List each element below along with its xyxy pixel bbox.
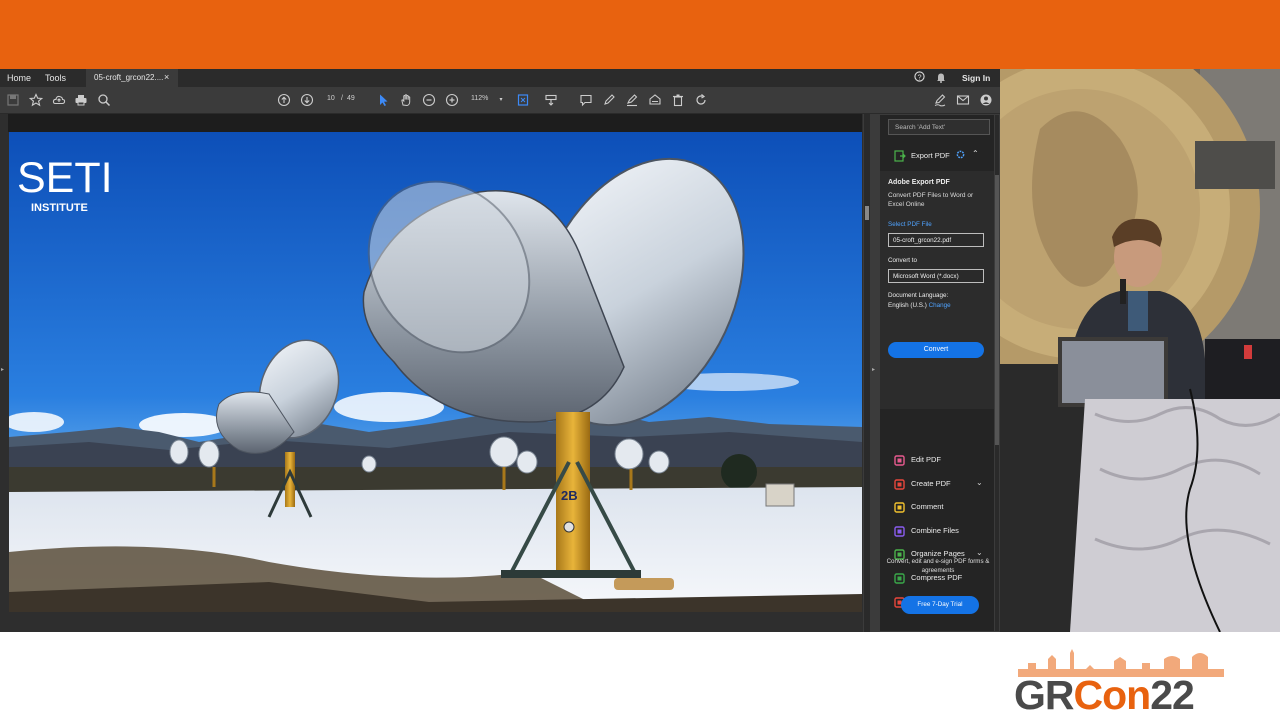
tab-bar: Home Tools 05-croft_grcon22.... × ? Sign… — [0, 69, 1000, 87]
main-toolbar: 10 / 49 112% ▾ — [0, 87, 1000, 114]
speaker-video-image — [1000, 69, 1280, 632]
slide-image: 2B SETI INSTITUTE — [9, 132, 862, 612]
tool-label: Create PDF — [911, 478, 951, 488]
document-language-label: Document Language: — [888, 292, 949, 299]
search-icon[interactable] — [97, 93, 111, 107]
tool-combine-files[interactable]: Combine Files — [894, 524, 994, 540]
tool-create-pdf[interactable]: Create PDF ⌄ — [894, 477, 994, 493]
grcon-gr: GR — [1014, 672, 1074, 718]
save-icon[interactable] — [6, 93, 20, 107]
settings-gear-icon[interactable] — [956, 150, 965, 161]
comment-icon — [894, 502, 905, 513]
grcon-year: 22 — [1150, 672, 1195, 718]
change-language-link[interactable]: Change — [929, 302, 951, 309]
tools-pane-scrollbar[interactable] — [995, 115, 999, 631]
fit-page-icon[interactable] — [516, 93, 530, 107]
previous-page-edge — [8, 114, 862, 132]
scroll-mode-icon[interactable] — [544, 93, 558, 107]
page-separator: / — [341, 95, 343, 102]
zoom-in-icon[interactable] — [445, 93, 459, 107]
seti-logo-subtitle: INSTITUTE — [31, 202, 88, 214]
tab-tools[interactable]: Tools — [45, 73, 66, 83]
convert-to-select[interactable]: Microsoft Word (*.docx) — [888, 269, 984, 283]
email-icon[interactable] — [956, 93, 970, 107]
document-tab-label: 05-croft_grcon22.... — [94, 73, 164, 82]
print-icon[interactable] — [74, 93, 88, 107]
close-tab-icon[interactable]: × — [164, 72, 169, 82]
sign-icon[interactable] — [933, 93, 947, 107]
grcon-con: Con — [1073, 672, 1152, 718]
hand-icon[interactable] — [399, 93, 413, 107]
free-trial-button[interactable]: Free 7-Day Trial — [901, 596, 979, 614]
export-pdf-icon — [894, 150, 906, 164]
dish-number-label: 2B — [561, 488, 578, 503]
tool-label: Comment — [911, 502, 944, 512]
grcon-wordmark: GRCon22 — [1014, 672, 1195, 718]
acrobat-window: Home Tools 05-croft_grcon22.... × ? Sign… — [0, 69, 1000, 632]
sign-in-link[interactable]: Sign In — [962, 73, 990, 83]
bookmark-star-icon[interactable] — [29, 93, 43, 107]
promo-text: Convert, edit and e-sign PDF forms & agr… — [886, 558, 990, 574]
tool-comment[interactable]: Comment — [894, 500, 994, 516]
selected-file-field[interactable]: 05-croft_grcon22.pdf — [888, 233, 984, 247]
zoom-out-icon[interactable] — [422, 93, 436, 107]
right-pane-collapse-icon[interactable]: ▸ — [872, 366, 875, 373]
orange-header-band — [0, 0, 1280, 69]
pen-icon[interactable] — [602, 93, 616, 107]
page-up-icon[interactable] — [277, 93, 291, 107]
export-pdf-panel: Adobe Export PDF Convert PDF Files to Wo… — [880, 171, 994, 409]
tab-document[interactable]: 05-croft_grcon22.... × — [86, 69, 178, 87]
allen-telescope-array-photo: 2B SETI INSTITUTE — [9, 132, 862, 612]
combine-files-icon — [894, 526, 905, 537]
page-total: 49 — [347, 95, 355, 102]
tools-search-input[interactable]: Search 'Add Text' — [888, 119, 990, 135]
select-pdf-file-link[interactable]: Select PDF File — [888, 221, 932, 228]
export-pdf-header[interactable]: Export PDF ⌃ — [880, 145, 994, 167]
svg-text:?: ? — [917, 72, 921, 81]
notifications-bell-icon[interactable] — [936, 72, 946, 85]
share-icon[interactable] — [979, 93, 993, 107]
left-pane-toggle-icon[interactable]: ▸ — [1, 366, 4, 373]
rotate-icon[interactable] — [694, 93, 708, 107]
create-pdf-icon — [894, 478, 905, 490]
stamp-icon[interactable] — [648, 93, 662, 107]
zoom-level-select[interactable]: 112% — [471, 95, 488, 102]
page-down-icon[interactable] — [300, 93, 314, 107]
help-icon[interactable]: ? — [914, 71, 925, 84]
comment-icon[interactable] — [579, 93, 593, 107]
page-number-input[interactable]: 10 — [327, 95, 335, 102]
seti-logo-text: SETI — [17, 154, 113, 202]
scroll-thumb[interactable] — [865, 206, 869, 220]
grcon-logo: GRCon22 — [1014, 645, 1234, 718]
export-panel-title: Adobe Export PDF — [888, 179, 950, 186]
select-cursor-icon[interactable] — [376, 93, 390, 107]
tool-label: Edit PDF — [911, 455, 942, 464]
zoom-dropdown-chevron-icon[interactable]: ▾ — [494, 93, 508, 107]
speaker-camera-feed — [1000, 69, 1280, 632]
tool-label: Combine Files — [911, 525, 959, 535]
tab-home[interactable]: Home — [7, 73, 31, 83]
right-tools-pane: Search 'Add Text' Export PDF ⌃ Adobe Exp… — [880, 115, 994, 631]
export-panel-description: Convert PDF Files to Word or Excel Onlin… — [888, 192, 974, 208]
highlight-icon[interactable] — [625, 93, 639, 107]
document-language-value: English (U.S.) Change — [888, 302, 951, 309]
delete-icon[interactable] — [671, 93, 685, 107]
edit-pdf-icon — [894, 455, 905, 466]
convert-button[interactable]: Convert — [888, 342, 984, 358]
collapse-chevron-up-icon[interactable]: ⌃ — [972, 149, 979, 158]
document-scrollbar[interactable] — [864, 114, 870, 632]
tool-edit-pdf[interactable]: Edit PDF — [894, 453, 994, 469]
tools-scroll-thumb[interactable] — [995, 175, 999, 445]
export-pdf-label: Export PDF — [911, 151, 950, 160]
document-language-text: English (U.S.) — [888, 302, 927, 309]
chevron-down-icon[interactable]: ⌄ — [976, 478, 983, 487]
convert-to-label: Convert to — [888, 257, 918, 264]
upload-cloud-icon[interactable] — [52, 93, 66, 107]
